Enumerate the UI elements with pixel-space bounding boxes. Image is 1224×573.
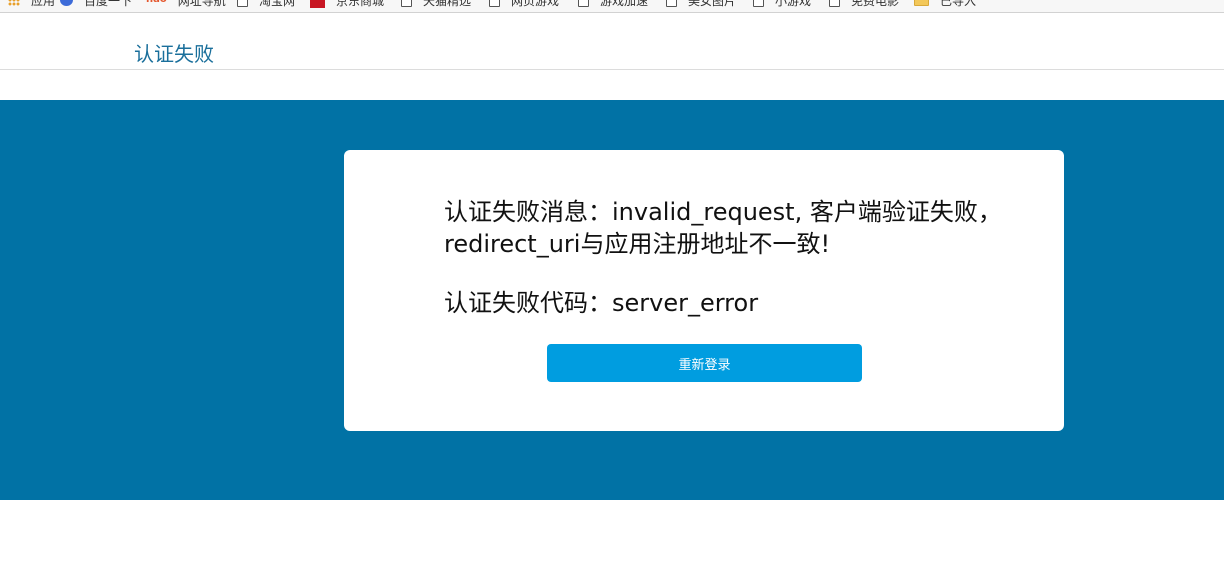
bookmarks-bar: 应用 百度一下 hao 网址导航 淘宝网 京东商城 天猫精选 网页游戏 游戏加速… bbox=[0, 0, 1224, 13]
apps-icon bbox=[8, 0, 20, 6]
bookmark-webgames[interactable]: 网页游戏 bbox=[489, 0, 559, 12]
bookmark-tmall[interactable]: 天猫精选 bbox=[401, 0, 471, 12]
relogin-button[interactable]: 重新登录 bbox=[547, 344, 862, 382]
bookmark-label: 美女图片 bbox=[688, 0, 737, 8]
page-icon bbox=[753, 0, 764, 7]
page-icon bbox=[237, 0, 248, 7]
jd-icon bbox=[310, 0, 325, 8]
bookmark-label: 淘宝网 bbox=[259, 0, 296, 8]
bookmark-label: 京东商城 bbox=[336, 0, 385, 8]
baidu-icon bbox=[60, 0, 73, 6]
bookmark-label: 已导入 bbox=[940, 0, 977, 8]
bookmark-label: 小游戏 bbox=[775, 0, 812, 8]
bookmark-label: 应用 bbox=[31, 0, 56, 8]
page-icon bbox=[489, 0, 500, 7]
bookmark-imported[interactable]: 已导入 bbox=[914, 0, 976, 12]
bookmark-label: 百度一下 bbox=[84, 0, 133, 8]
bookmark-taobao[interactable]: 淘宝网 bbox=[237, 0, 295, 12]
bookmark-label: 天猫精选 bbox=[423, 0, 472, 8]
page-header: 认证失败 bbox=[0, 13, 1224, 70]
bookmark-baidu[interactable]: 百度一下 bbox=[60, 0, 132, 12]
error-card: 认证失败消息：invalid_request, 客户端验证失败，redirect… bbox=[344, 150, 1064, 431]
page-icon bbox=[401, 0, 412, 7]
page-icon bbox=[666, 0, 677, 7]
bookmark-apps[interactable]: 应用 bbox=[8, 0, 55, 12]
error-banner: 认证失败消息：invalid_request, 客户端验证失败，redirect… bbox=[0, 100, 1224, 500]
bookmark-label: 免费电影 bbox=[851, 0, 900, 8]
bookmark-label: 游戏加速 bbox=[600, 0, 649, 8]
bookmark-label: 网页游戏 bbox=[511, 0, 560, 8]
bookmark-hao123[interactable]: hao 网址导航 bbox=[146, 0, 226, 12]
error-message: 认证失败消息：invalid_request, 客户端验证失败，redirect… bbox=[444, 198, 1002, 258]
folder-icon bbox=[914, 0, 929, 6]
page-icon bbox=[829, 0, 840, 7]
bookmark-minigames[interactable]: 小游戏 bbox=[753, 0, 811, 12]
bookmark-pictures[interactable]: 美女图片 bbox=[666, 0, 736, 12]
page-icon bbox=[578, 0, 589, 7]
bookmark-game-accel[interactable]: 游戏加速 bbox=[578, 0, 648, 12]
bookmark-movies[interactable]: 免费电影 bbox=[829, 0, 899, 12]
hao123-icon: hao bbox=[146, 0, 167, 6]
bookmark-jd[interactable]: 京东商城 bbox=[310, 0, 384, 12]
error-code: 认证失败代码：server_error bbox=[444, 289, 759, 317]
bookmark-label: 网址导航 bbox=[177, 0, 226, 8]
page-title: 认证失败 bbox=[134, 42, 214, 66]
